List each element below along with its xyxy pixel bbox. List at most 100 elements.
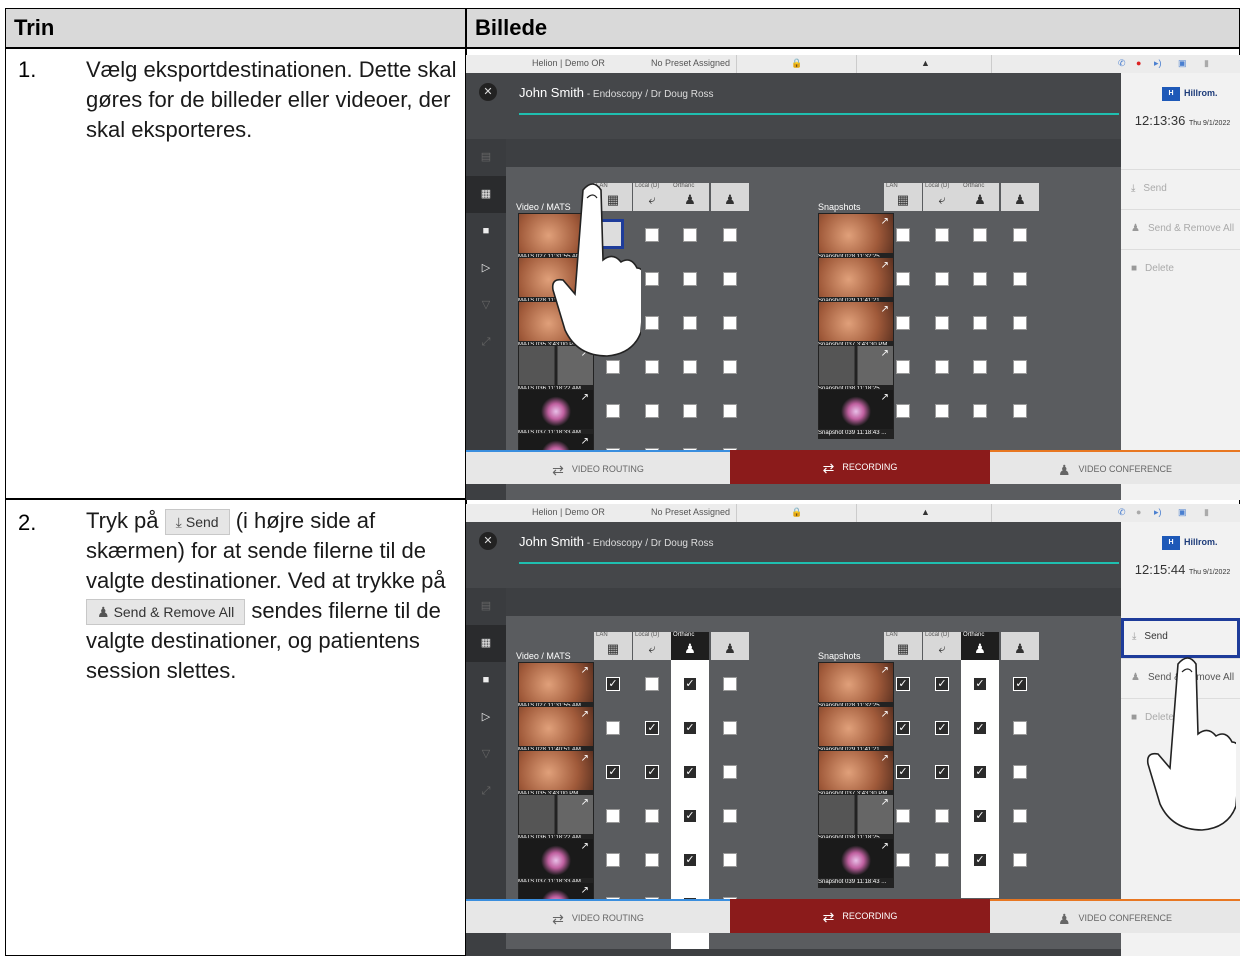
destination-checkbox[interactable] xyxy=(896,809,910,823)
destination-checkbox[interactable]: ✓ xyxy=(896,765,910,779)
destination-checkbox[interactable] xyxy=(683,316,697,330)
destination-checkbox[interactable]: ✓ xyxy=(645,765,659,779)
destination-checkbox[interactable] xyxy=(1013,228,1027,242)
destination-checkbox[interactable] xyxy=(896,228,910,242)
destination-checkbox[interactable]: ✓ xyxy=(1013,677,1027,691)
destination-checkbox[interactable] xyxy=(935,853,949,867)
expand-arrow-icon[interactable]: ↗ xyxy=(581,436,589,447)
destination-checkbox[interactable] xyxy=(723,272,737,286)
destination-checkbox[interactable] xyxy=(896,404,910,418)
destination-checkbox[interactable] xyxy=(1013,721,1027,735)
destination-checkbox[interactable] xyxy=(606,809,620,823)
destination-checkbox[interactable] xyxy=(645,853,659,867)
destination-checkbox[interactable] xyxy=(645,272,659,286)
close-icon[interactable]: ✕ xyxy=(479,532,497,550)
destination-column[interactable]: LAN ▦ xyxy=(594,632,632,660)
video-thumbnail[interactable]: ↗ xyxy=(518,662,594,703)
expand-arrow-icon[interactable]: ↗ xyxy=(881,709,889,720)
destination-checkbox[interactable]: ✓ xyxy=(606,677,620,691)
destination-checkbox[interactable] xyxy=(1013,765,1027,779)
destination-column[interactable]: ♟ xyxy=(711,632,749,660)
destination-checkbox[interactable]: ✓ xyxy=(606,765,620,779)
destination-checkbox[interactable]: ✓ xyxy=(896,721,910,735)
tab-recording[interactable]: ⇄ RECORDING xyxy=(730,450,990,484)
destination-column[interactable]: ♟ xyxy=(1001,632,1039,660)
destination-checkbox[interactable] xyxy=(973,404,987,418)
expand-arrow-icon[interactable]: ↗ xyxy=(581,753,589,764)
expand-arrow-icon[interactable]: ↗ xyxy=(881,797,889,808)
destination-checkbox[interactable] xyxy=(1013,853,1027,867)
tab-video-routing[interactable]: ⇄ VIDEO ROUTING xyxy=(466,450,730,484)
destination-checkbox[interactable] xyxy=(606,360,620,374)
snapshot-thumbnail[interactable]: ↗ xyxy=(818,662,894,703)
expand-arrow-icon[interactable]: ↗ xyxy=(581,885,589,896)
destination-checkbox[interactable] xyxy=(935,809,949,823)
delete-button[interactable]: ■ Delete xyxy=(1121,249,1240,289)
expand-icon[interactable]: ⤢ xyxy=(466,324,506,361)
destination-checkbox[interactable] xyxy=(645,360,659,374)
destination-checkbox[interactable] xyxy=(645,316,659,330)
snapshot-thumbnail[interactable]: ↗ xyxy=(818,794,894,835)
destination-checkbox[interactable]: ✓ xyxy=(683,765,697,779)
destination-checkbox[interactable] xyxy=(1013,809,1027,823)
expand-arrow-icon[interactable]: ↗ xyxy=(581,392,589,403)
expand-arrow-icon[interactable]: ↗ xyxy=(581,797,589,808)
destination-checkbox[interactable] xyxy=(973,272,987,286)
camera-icon[interactable]: ■ xyxy=(466,662,506,699)
destination-checkbox[interactable]: ✓ xyxy=(935,765,949,779)
video-thumbnail[interactable]: ↗ xyxy=(518,794,594,835)
snapshot-thumbnail[interactable]: ↗ xyxy=(818,389,894,430)
destination-checkbox[interactable]: ✓ xyxy=(973,765,987,779)
destination-column[interactable]: ♟ xyxy=(711,183,749,211)
table-icon[interactable]: ▲ xyxy=(921,58,930,68)
destination-checkbox[interactable] xyxy=(723,765,737,779)
expand-icon[interactable]: ⤢ xyxy=(466,773,506,810)
filter-icon[interactable]: ▽ xyxy=(466,736,506,773)
snapshot-thumbnail[interactable]: ↗ xyxy=(818,706,894,747)
table-icon[interactable]: ▲ xyxy=(921,507,930,517)
destination-checkbox[interactable] xyxy=(1013,272,1027,286)
lock-icon[interactable]: 🔒 xyxy=(791,58,802,69)
destination-checkbox[interactable] xyxy=(645,228,659,242)
expand-arrow-icon[interactable]: ↗ xyxy=(881,392,889,403)
snapshot-thumbnail[interactable]: ↗ xyxy=(818,213,894,254)
destination-checkbox[interactable] xyxy=(723,853,737,867)
video-thumbnail[interactable]: ↗ xyxy=(518,750,594,791)
destination-column[interactable]: Local (D) ⤶ xyxy=(923,632,961,660)
expand-arrow-icon[interactable]: ↗ xyxy=(881,216,889,227)
filter-icon[interactable]: ▽ xyxy=(466,287,506,324)
destination-checkbox[interactable] xyxy=(723,228,737,242)
expand-arrow-icon[interactable]: ↗ xyxy=(881,260,889,271)
gallery-icon[interactable]: ▦ xyxy=(466,625,506,662)
expand-arrow-icon[interactable]: ↗ xyxy=(881,753,889,764)
destination-checkbox[interactable] xyxy=(896,272,910,286)
destination-checkbox[interactable] xyxy=(683,360,697,374)
destination-checkbox[interactable]: ✓ xyxy=(935,677,949,691)
play-icon[interactable]: ▷ xyxy=(466,699,506,736)
destination-checkbox[interactable]: ✓ xyxy=(973,809,987,823)
send-remove-button[interactable]: ♟ Send & Remove All xyxy=(1121,209,1240,249)
destination-column[interactable]: Local (D) ⤶ xyxy=(633,632,671,660)
tab-recording[interactable]: ⇄ RECORDING xyxy=(730,899,990,933)
snapshot-thumbnail[interactable]: ↗ xyxy=(818,838,894,879)
send-button[interactable]: ⤓ Send xyxy=(1121,618,1240,658)
destination-checkbox[interactable] xyxy=(935,272,949,286)
destination-checkbox[interactable] xyxy=(723,360,737,374)
play-icon[interactable]: ▷ xyxy=(466,250,506,287)
phone-icon[interactable]: ✆ xyxy=(1118,507,1126,518)
camera-icon[interactable]: ■ xyxy=(466,213,506,250)
destination-checkbox[interactable] xyxy=(1013,316,1027,330)
destination-column[interactable]: LAN ▦ xyxy=(884,632,922,660)
destination-checkbox[interactable] xyxy=(683,228,697,242)
destination-checkbox[interactable] xyxy=(723,809,737,823)
close-icon[interactable]: ✕ xyxy=(479,83,497,101)
destination-checkbox[interactable] xyxy=(606,721,620,735)
gallery-icon[interactable]: ▦ xyxy=(466,176,506,213)
destination-checkbox[interactable] xyxy=(973,228,987,242)
expand-arrow-icon[interactable]: ↗ xyxy=(581,841,589,852)
destination-column[interactable]: Orthanc ♟ xyxy=(671,632,709,660)
lock-icon[interactable]: 🔒 xyxy=(791,507,802,518)
tab-video-routing[interactable]: ⇄ VIDEO ROUTING xyxy=(466,899,730,933)
destination-checkbox[interactable] xyxy=(723,404,737,418)
snapshot-thumbnail[interactable]: ↗ xyxy=(818,345,894,386)
